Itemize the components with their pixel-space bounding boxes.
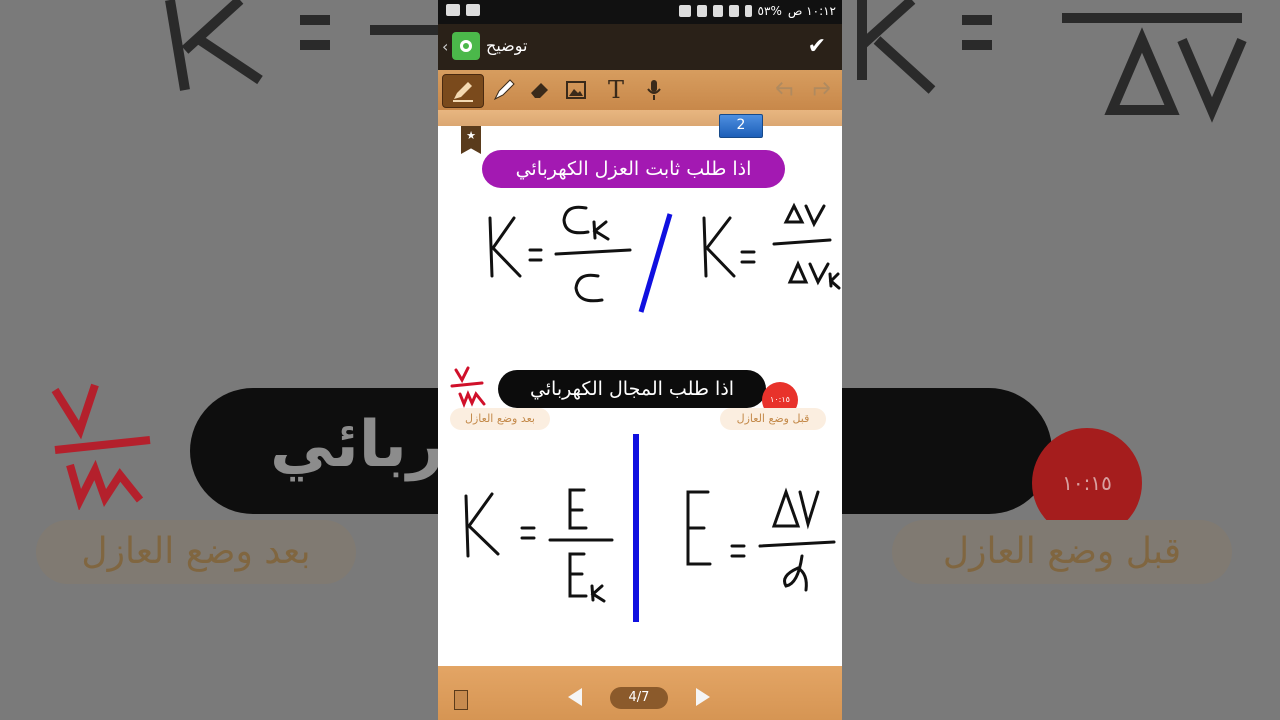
text-tool-button[interactable]: T bbox=[600, 74, 632, 106]
battery-icon bbox=[744, 5, 752, 17]
formula-e-dv-over-d bbox=[686, 487, 836, 592]
eraser-tool-button[interactable] bbox=[524, 74, 556, 106]
bottom-navigation-bar: 4/7 bbox=[438, 666, 842, 720]
mic-tool-button[interactable] bbox=[638, 74, 670, 106]
highlighter-tool-button[interactable] bbox=[488, 74, 520, 106]
status-bar: ١٠:١٢ ص %٥٣ bbox=[438, 0, 842, 24]
image-tool-button[interactable] bbox=[560, 74, 592, 106]
cast-icon bbox=[678, 5, 691, 17]
previous-page-button[interactable] bbox=[568, 688, 582, 706]
background-black-pill-right bbox=[842, 388, 1052, 514]
background-red-fraction bbox=[51, 383, 151, 510]
background-right-panel: ١٠:١٥ قبل وضع العازل bbox=[842, 0, 1280, 720]
mute-icon bbox=[696, 5, 707, 17]
drawing-toolbar: T bbox=[438, 70, 842, 111]
redo-icon bbox=[813, 82, 830, 96]
undo-button[interactable] bbox=[768, 74, 800, 106]
status-time: ١٠:١٢ ص bbox=[787, 4, 836, 18]
background-formula-right bbox=[857, 0, 1247, 123]
highlighter-icon bbox=[493, 79, 515, 101]
notebook-icon[interactable] bbox=[454, 690, 468, 710]
signal-icon bbox=[728, 5, 739, 17]
image-icon bbox=[566, 81, 586, 99]
wifi-icon bbox=[712, 5, 723, 17]
video-icon bbox=[466, 4, 480, 16]
background-tag-after: بعد وضع العازل bbox=[36, 520, 356, 584]
background-pill-text: اذا طلب المجال الكهربائي bbox=[270, 408, 438, 482]
phone-screen: ١٠:١٢ ص %٥٣ ‹ توضيح ✔ T ★ 2 اذا طلب ثابت… bbox=[438, 0, 842, 720]
formula-k-e-over-ek bbox=[464, 488, 614, 603]
redo-button[interactable] bbox=[806, 74, 838, 106]
page-indicator: 4/7 bbox=[610, 687, 668, 709]
status-icons-right: ١٠:١٢ ص %٥٣ bbox=[678, 4, 836, 18]
status-battery: %٥٣ bbox=[757, 4, 782, 18]
back-chevron-icon[interactable]: ‹ bbox=[442, 37, 448, 56]
background-left-panel: اذا طلب المجال الكهربائي بعد وضع العازل bbox=[0, 0, 438, 720]
drawing-canvas[interactable]: ★ 2 اذا طلب ثابت العزل الكهربائي اذا طلب… bbox=[438, 114, 842, 666]
title-bar: ‹ توضيح ✔ bbox=[438, 24, 842, 70]
background-tag-before: قبل وضع العازل bbox=[892, 520, 1232, 584]
pen-icon bbox=[453, 82, 473, 102]
mic-icon bbox=[647, 80, 661, 100]
app-logo-icon[interactable] bbox=[452, 32, 480, 60]
checkmark-icon[interactable]: ✔ bbox=[808, 34, 826, 59]
background-formula-left bbox=[165, 0, 438, 91]
translate-icon bbox=[446, 4, 460, 16]
undo-icon bbox=[776, 82, 793, 96]
page-title: توضيح bbox=[486, 36, 528, 55]
status-icons-left bbox=[446, 4, 480, 16]
eraser-icon bbox=[531, 83, 548, 98]
pen-tool-button[interactable] bbox=[442, 74, 484, 108]
next-page-button[interactable] bbox=[696, 688, 710, 706]
handwritten-formulas-lower bbox=[464, 434, 836, 622]
wood-strip bbox=[438, 110, 842, 126]
